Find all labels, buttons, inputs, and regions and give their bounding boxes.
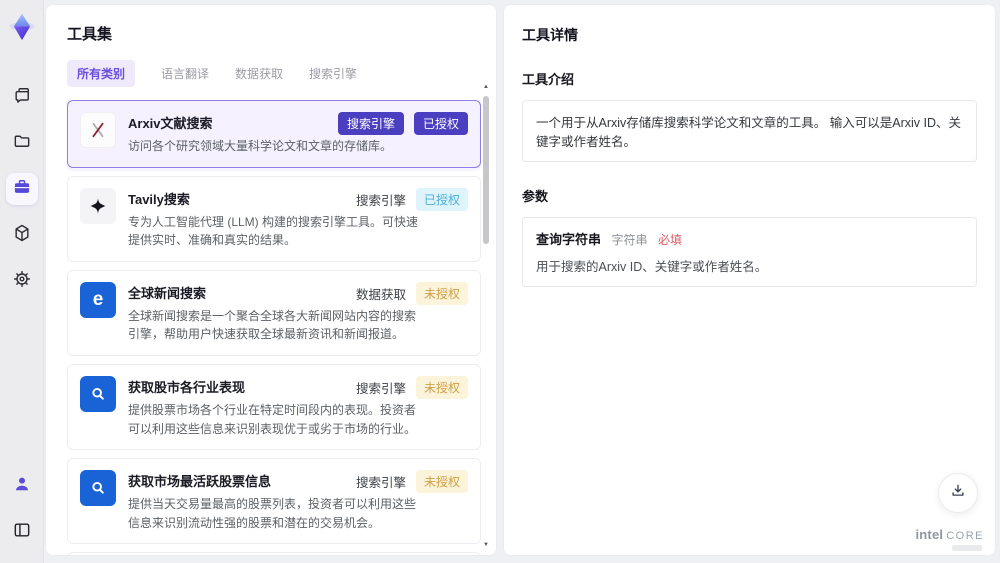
tool-card-tavily[interactable]: Tavily搜索 搜索引擎 已授权 专为人工智能代理 (LLM) 构建的搜索引擎… (67, 175, 481, 262)
tool-description: 提供股票市场各个行业在特定时间段内的表现。投资者可以利用这些信息来识别表现优于或… (128, 402, 417, 436)
auth-badge: 未授权 (415, 281, 468, 305)
tool-list: Arxiv文献搜索 搜索引擎 已授权 访问各个研究领域大量科学论文和文章的存储库… (67, 100, 481, 555)
tool-description: 全球新闻搜索是一个聚合全球各大新闻网站内容的搜索引擎，帮助用户快速获取全球最新资… (128, 308, 417, 342)
brand-sub-mark (952, 545, 982, 551)
cube-icon (12, 223, 32, 248)
tab-data-fetch[interactable]: 数据获取 (235, 65, 283, 82)
tab-search-engine[interactable]: 搜索引擎 (309, 65, 357, 82)
tool-name: 获取市场最活跃股票信息 (128, 474, 272, 490)
core-wordmark: CORE (946, 530, 984, 542)
tool-list-scrollbar[interactable] (482, 83, 490, 549)
auth-badge: 未授权 (415, 375, 468, 399)
tab-all-categories[interactable]: 所有类别 (67, 60, 136, 87)
auth-badge: 已授权 (413, 112, 468, 135)
scroll-up-icon[interactable] (482, 83, 490, 91)
tool-card-active-stocks[interactable]: 获取市场最活跃股票信息 搜索引擎 未授权 提供当天交易量最高的股票列表，投资者可… (67, 458, 481, 545)
chat-icon (12, 85, 32, 110)
intro-text: 一个用于从Arxiv存储库搜索科学论文和文章的工具。 输入可以是Arxiv ID… (536, 116, 962, 149)
folder-icon (12, 131, 32, 156)
category-badge: 搜索引擎 (337, 112, 404, 135)
scrollbar-thumb[interactable] (483, 96, 489, 244)
tab-language-translation[interactable]: 语言翻译 (161, 65, 209, 82)
intel-core-logo: intel CORE (915, 527, 984, 551)
category-badge: 搜索引擎 (355, 193, 406, 208)
magnifier-icon (80, 470, 116, 507)
download-icon (949, 482, 967, 505)
active-item-highlight (5, 173, 38, 205)
tool-name: 获取股市各行业表现 (128, 379, 246, 395)
gear-icon (12, 269, 32, 294)
toolkit-title: 工具集 (67, 26, 113, 43)
sparkle-star-icon (80, 187, 116, 224)
scroll-down-icon[interactable] (482, 541, 490, 549)
tool-name: Arxiv文献搜索 (128, 116, 213, 131)
tool-description: 提供当天交易量最高的股票列表，投资者可以利用这些信息来识别流动性强的股票和潜在的… (128, 497, 417, 530)
auth-badge: 已授权 (415, 187, 468, 211)
param-required-badge: 必填 (658, 233, 683, 247)
param-box: 查询字符串 字符串 必填 用于搜索的Arxiv ID、关键字或作者姓名。 (522, 217, 977, 287)
tool-card-global-news[interactable]: e 全球新闻搜索 数据获取 未授权 全球新闻搜索是一个聚合全球各大新闻网站内容的… (67, 269, 481, 356)
tool-name: Tavily搜索 (128, 191, 190, 207)
params-heading: 参数 (522, 189, 549, 204)
tool-description: 访问各个研究领域大量科学论文和文章的存储库。 (128, 139, 393, 153)
download-button[interactable] (938, 473, 978, 513)
intro-heading: 工具介绍 (522, 72, 575, 87)
toolkit-panel: 工具集 所有类别 语言翻译 数据获取 搜索引擎 Arxiv文献搜索 搜索引擎 已… (45, 4, 497, 556)
category-badge: 搜索引擎 (355, 381, 406, 396)
category-badge: 数据获取 (355, 287, 406, 302)
param-description: 用于搜索的Arxiv ID、关键字或作者姓名。 (536, 260, 768, 274)
user-avatar-icon (12, 474, 32, 499)
param-name: 查询字符串 (536, 232, 602, 247)
tool-card-arxiv[interactable]: Arxiv文献搜索 搜索引擎 已授权 访问各个研究领域大量科学论文和文章的存储库… (67, 100, 481, 168)
sidebar-item-account[interactable] (0, 463, 44, 509)
param-type: 字符串 (611, 233, 648, 247)
sidebar (0, 0, 44, 563)
auth-badge: 未授权 (415, 470, 468, 494)
sidebar-item-chat[interactable] (0, 74, 44, 120)
panel-layout-icon (12, 520, 32, 545)
details-title: 工具详情 (522, 27, 578, 43)
news-search-icon: e (80, 281, 116, 318)
sidebar-item-files[interactable] (0, 120, 44, 166)
category-badge: 搜索引擎 (355, 476, 406, 491)
arxiv-icon (80, 112, 116, 148)
intro-box: 一个用于从Arxiv存储库搜索科学论文和文章的工具。 输入可以是Arxiv ID… (522, 100, 977, 162)
tool-details-panel: 工具详情 工具介绍 一个用于从Arxiv存储库搜索科学论文和文章的工具。 输入可… (503, 4, 996, 556)
category-tabs: 所有类别 语言翻译 数据获取 搜索引擎 (67, 60, 496, 87)
intel-wordmark: intel (915, 527, 944, 542)
app-logo-icon (5, 10, 39, 44)
tool-card-regional-news[interactable]: 万维地区新闻查询 搜索引擎 未授权 查询具体行政区划内的新闻，快速了解各地新闻动 (67, 552, 481, 555)
briefcase-icon (12, 177, 32, 202)
sidebar-item-settings[interactable] (0, 258, 44, 304)
sidebar-item-packages[interactable] (0, 212, 44, 258)
tool-card-stock-sectors[interactable]: 获取股市各行业表现 搜索引擎 未授权 提供股票市场各个行业在特定时间段内的表现。… (67, 363, 481, 451)
sidebar-item-tools[interactable] (0, 166, 44, 212)
sidebar-item-collapse[interactable] (0, 509, 44, 555)
magnifier-icon (80, 375, 116, 412)
tool-name: 全球新闻搜索 (128, 285, 207, 301)
tool-description: 专为人工智能代理 (LLM) 构建的搜索引擎工具。可快速提供实时、准确和真实的结… (128, 214, 419, 248)
